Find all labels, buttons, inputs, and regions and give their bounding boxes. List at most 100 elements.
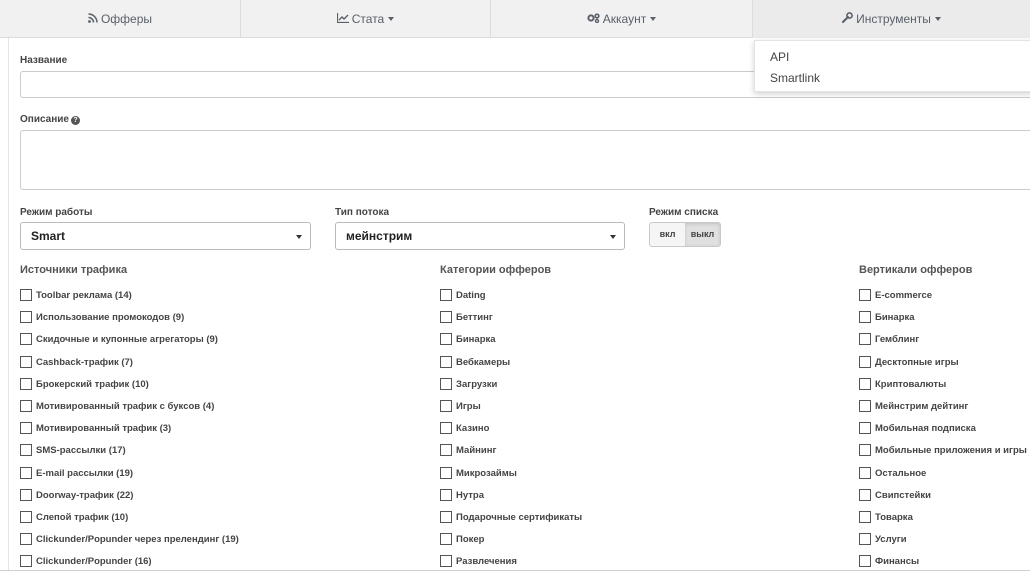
offer-vertical-label: Мобильная подписка — [875, 422, 976, 434]
offer-vertical-checkbox-item[interactable]: Десктопные игры — [859, 355, 959, 369]
traffic-source-checkbox-item[interactable]: Clickunder/Popunder через прелендинг (19… — [20, 532, 239, 546]
checkbox[interactable] — [859, 444, 871, 456]
offer-vertical-checkbox-item[interactable]: Мейнстрим дейтинг — [859, 399, 968, 413]
offer-vertical-checkbox-item[interactable]: Мобильная подписка — [859, 421, 976, 435]
checkbox[interactable] — [440, 333, 452, 345]
flow-type-select[interactable]: мейнстрим — [335, 222, 625, 250]
checkbox[interactable] — [859, 333, 871, 345]
offer-category-checkbox-item[interactable]: Вебкамеры — [440, 355, 510, 369]
checkbox[interactable] — [440, 467, 452, 479]
traffic-source-checkbox-item[interactable]: SMS-рассылки (17) — [20, 443, 126, 457]
offer-category-checkbox-item[interactable]: Нутра — [440, 488, 484, 502]
checkbox[interactable] — [20, 356, 32, 368]
checkbox[interactable] — [859, 356, 871, 368]
list-mode-off-button[interactable]: выкл — [685, 223, 720, 246]
checkbox[interactable] — [859, 378, 871, 390]
offer-vertical-checkbox-item[interactable]: Услуги — [859, 532, 907, 546]
checkbox[interactable] — [440, 289, 452, 301]
traffic-source-checkbox-item[interactable]: Мотивированный трафик (3) — [20, 421, 171, 435]
traffic-source-label: Cashback-трафик (7) — [36, 356, 133, 368]
offer-category-checkbox-item[interactable]: Майнинг — [440, 443, 496, 457]
traffic-source-checkbox-item[interactable]: Мотивированный трафик с буксов (4) — [20, 399, 214, 413]
nav-stats[interactable]: Стата — [241, 0, 491, 38]
checkbox[interactable] — [440, 555, 452, 567]
offer-vertical-label: Свипстейки — [875, 489, 931, 501]
nav-offers-label: Офферы — [100, 12, 153, 26]
checkbox[interactable] — [440, 533, 452, 545]
nav-tools[interactable]: Инструменты — [753, 0, 1030, 38]
offer-vertical-checkbox-item[interactable]: Криптовалюты — [859, 377, 946, 391]
checkbox[interactable] — [440, 311, 452, 323]
nav-account[interactable]: Аккаунт — [491, 0, 753, 38]
offer-category-checkbox-item[interactable]: Беттинг — [440, 310, 493, 324]
checkbox[interactable] — [20, 289, 32, 301]
checkbox[interactable] — [859, 511, 871, 523]
checkbox[interactable] — [440, 378, 452, 390]
offer-category-checkbox-item[interactable]: Казино — [440, 421, 489, 435]
checkbox[interactable] — [859, 311, 871, 323]
traffic-source-checkbox-item[interactable]: Слепой трафик (10) — [20, 510, 128, 524]
offer-category-checkbox-item[interactable]: Покер — [440, 532, 484, 546]
traffic-source-checkbox-item[interactable]: Брокерский трафик (10) — [20, 377, 149, 391]
checkbox[interactable] — [20, 511, 32, 523]
description-textarea[interactable] — [20, 130, 1030, 190]
offer-vertical-checkbox-item[interactable]: E-commerce — [859, 288, 932, 302]
traffic-source-checkbox-item[interactable]: Скидочные и купонные агрегаторы (9) — [20, 332, 218, 346]
offer-category-checkbox-item[interactable]: Микрозаймы — [440, 466, 517, 480]
traffic-source-checkbox-item[interactable]: Toolbar реклама (14) — [20, 288, 132, 302]
offer-category-label: Майнинг — [456, 444, 497, 456]
checkbox[interactable] — [20, 378, 32, 390]
checkbox[interactable] — [859, 555, 871, 567]
list-mode-on-button[interactable]: вкл — [650, 223, 685, 246]
checkbox[interactable] — [20, 533, 32, 545]
checkbox[interactable] — [20, 400, 32, 412]
traffic-source-checkbox-item[interactable]: Clickunder/Popunder (16) — [20, 554, 152, 568]
offer-category-checkbox-item[interactable]: Загрузки — [440, 377, 497, 391]
offer-vertical-checkbox-item[interactable]: Мобильные приложения и игры — [859, 443, 1027, 457]
offer-vertical-checkbox-item[interactable]: Свипстейки — [859, 488, 931, 502]
offer-vertical-label: Десктопные игры — [875, 356, 959, 368]
checkbox[interactable] — [440, 422, 452, 434]
checkbox[interactable] — [20, 422, 32, 434]
traffic-source-checkbox-item[interactable]: Использование промокодов (9) — [20, 310, 184, 324]
offer-category-checkbox-item[interactable]: Подарочные сертификаты — [440, 510, 582, 524]
offer-vertical-checkbox-item[interactable]: Остальное — [859, 466, 926, 480]
offer-vertical-label: E-commerce — [875, 289, 933, 301]
mode-select[interactable]: Smart — [20, 222, 311, 250]
checkbox[interactable] — [20, 333, 32, 345]
checkbox[interactable] — [20, 311, 32, 323]
offer-vertical-checkbox-item[interactable]: Товарка — [859, 510, 913, 524]
checkbox[interactable] — [859, 400, 871, 412]
checkbox[interactable] — [440, 489, 452, 501]
traffic-source-checkbox-item[interactable]: Cashback-трафик (7) — [20, 355, 133, 369]
menu-item-api[interactable]: API — [770, 50, 789, 64]
offer-category-checkbox-item[interactable]: Игры — [440, 399, 481, 413]
offer-category-checkbox-item[interactable]: Dating — [440, 288, 486, 302]
offer-vertical-checkbox-item[interactable]: Финансы — [859, 554, 919, 568]
checkbox[interactable] — [859, 533, 871, 545]
traffic-source-checkbox-item[interactable]: E-mail рассылки (19) — [20, 466, 133, 480]
checkbox[interactable] — [859, 489, 871, 501]
checkbox[interactable] — [440, 511, 452, 523]
question-circle-icon[interactable]: ? — [70, 116, 80, 125]
checkbox[interactable] — [440, 356, 452, 368]
list-mode-toggle: вкл выкл — [649, 222, 721, 247]
checkbox[interactable] — [859, 467, 871, 479]
checkbox[interactable] — [20, 444, 32, 456]
checkbox[interactable] — [859, 289, 871, 301]
checkbox[interactable] — [440, 444, 452, 456]
checkbox[interactable] — [440, 400, 452, 412]
checkbox[interactable] — [20, 467, 32, 479]
checkbox[interactable] — [20, 555, 32, 567]
offer-vertical-checkbox-item[interactable]: Бинарка — [859, 310, 915, 324]
nav-offers[interactable]: Офферы — [0, 0, 241, 38]
checkbox[interactable] — [859, 422, 871, 434]
menu-item-smartlink[interactable]: Smartlink — [770, 71, 820, 85]
nav-account-label: Аккаунт — [602, 12, 647, 26]
offer-vertical-checkbox-item[interactable]: Гемблинг — [859, 332, 919, 346]
checkbox[interactable] — [20, 489, 32, 501]
offer-category-checkbox-item[interactable]: Развлечения — [440, 554, 517, 568]
traffic-source-label: Clickunder/Popunder (16) — [36, 555, 152, 567]
traffic-source-checkbox-item[interactable]: Doorway-трафик (22) — [20, 488, 133, 502]
offer-category-checkbox-item[interactable]: Бинарка — [440, 332, 496, 346]
